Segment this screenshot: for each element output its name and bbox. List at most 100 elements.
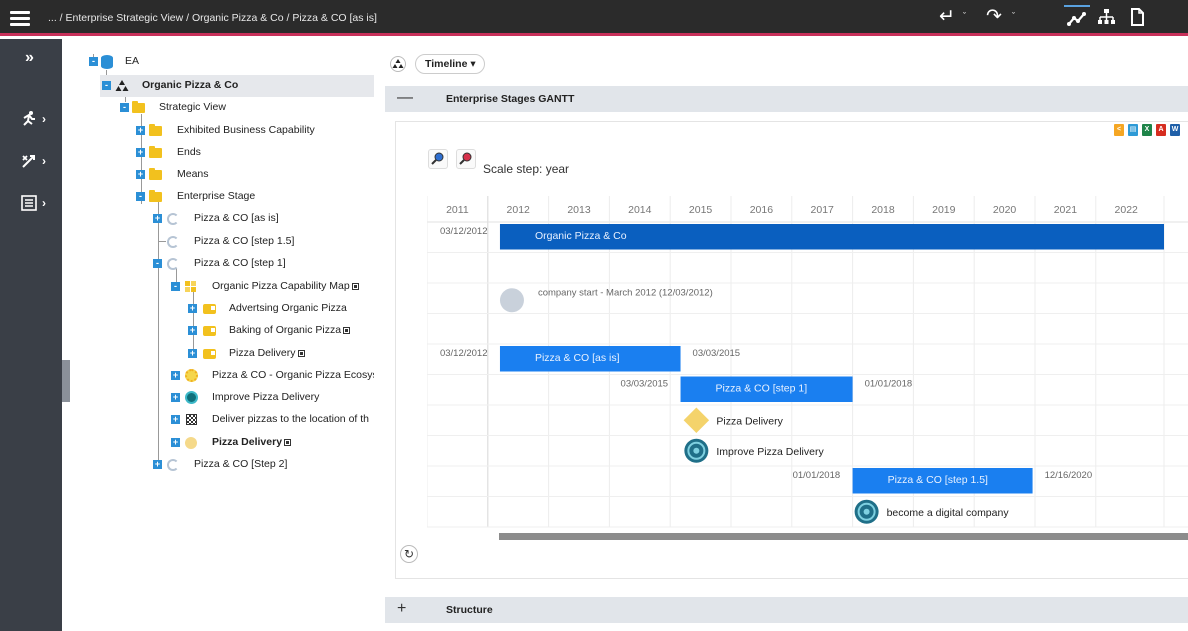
tree-item-improve-delivery[interactable]: + Improve Pizza Delivery — [169, 387, 374, 409]
gantt-section-header[interactable]: — Enterprise Stages GANTT — [385, 86, 1188, 112]
expand-icon[interactable]: + — [188, 304, 197, 313]
left-rail: » › › › — [0, 39, 62, 631]
capability-icon — [203, 326, 216, 336]
tree-item-pizza-delivery-value[interactable]: + Pizza Delivery — [169, 432, 374, 454]
undo-icon[interactable]: ↵ — [939, 6, 955, 28]
structure-section-header[interactable]: + Structure — [385, 597, 1188, 623]
expand-toggle[interactable]: + — [397, 600, 406, 618]
year-tick-label: 2020 — [993, 204, 1017, 216]
share-icon[interactable]: < — [1114, 124, 1124, 136]
milestone-diamond[interactable] — [683, 407, 710, 433]
expand-icon[interactable]: + — [171, 371, 180, 380]
tree-item-label: Strategic View — [159, 101, 226, 113]
tree-item-exhibited-capability[interactable]: + Exhibited Business Capability — [134, 120, 374, 142]
collapse-icon[interactable]: - — [89, 57, 98, 66]
organization-icon[interactable] — [390, 56, 406, 72]
folder-icon — [149, 124, 162, 136]
tree-item-stage-2[interactable]: + Pizza & CO [Step 2] — [151, 454, 374, 476]
collapse-icon[interactable]: - — [153, 259, 162, 268]
tree-item-baking[interactable]: + Baking of Organic Pizza — [186, 320, 374, 342]
tree-item-ends[interactable]: + Ends — [134, 142, 374, 164]
excel-icon[interactable]: X — [1142, 124, 1152, 136]
expand-icon[interactable]: + — [136, 170, 145, 179]
chevron-down-icon[interactable]: ˇ — [963, 11, 966, 21]
collapse-icon[interactable]: - — [120, 103, 129, 112]
link-icon[interactable] — [297, 350, 305, 357]
section-title: Enterprise Stages GANTT — [446, 93, 575, 105]
link-icon[interactable] — [343, 327, 351, 334]
year-tick-label: 2018 — [871, 204, 895, 216]
value-icon — [185, 437, 197, 449]
capability-map-icon — [184, 280, 197, 293]
tree-item-deliver-pizzas[interactable]: + Deliver pizzas to the location of th — [169, 409, 374, 431]
tree-item-stage-as-is[interactable]: + Pizza & CO [as is] — [151, 208, 374, 230]
tree-item-organic-pizza[interactable]: - Organic Pizza & Co — [100, 75, 374, 97]
top-bar: ... / Enterprise Strategic View / Organi… — [0, 0, 1188, 36]
document-icon[interactable] — [1124, 5, 1150, 31]
expand-icon[interactable]: + — [171, 393, 180, 402]
tree-item-ecosystem[interactable]: + Pizza & CO - Organic Pizza Ecosys — [169, 365, 374, 387]
collapse-toggle[interactable]: — — [397, 89, 413, 107]
tree-item-strategic-view[interactable]: - Strategic View — [117, 97, 367, 119]
expand-icon[interactable]: + — [136, 126, 145, 135]
pdf-icon[interactable]: A — [1156, 124, 1166, 136]
expand-icon[interactable]: + — [153, 460, 162, 469]
rail-item-strategy[interactable]: › — [0, 146, 62, 176]
trend-icon[interactable] — [1064, 5, 1090, 31]
rail-item-motivation[interactable]: › — [0, 104, 62, 134]
folder-icon — [132, 101, 145, 113]
tree-item-label: Means — [177, 168, 209, 180]
link-icon[interactable] — [351, 283, 359, 290]
year-tick-label: 2017 — [811, 204, 835, 216]
redo-icon[interactable]: ↷ — [986, 6, 1002, 28]
tree-item-stage-1[interactable]: - Pizza & CO [step 1] — [151, 253, 374, 275]
doc-icon[interactable]: ▤ — [1128, 124, 1138, 136]
gantt-start-date: 03/12/2012 — [440, 226, 488, 237]
tree-item-pizza-delivery-cap[interactable]: + Pizza Delivery — [186, 343, 374, 365]
year-tick-label: 2011 — [446, 204, 469, 216]
goal-center — [693, 447, 700, 454]
year-tick-label: 2013 — [567, 204, 591, 216]
expand-icon[interactable]: » — [25, 49, 34, 67]
word-icon[interactable]: W — [1170, 124, 1180, 136]
breadcrumb[interactable]: ... / Enterprise Strategic View / Organi… — [48, 12, 377, 24]
tree-item-capability-map[interactable]: - Organic Pizza Capability Map — [169, 276, 374, 298]
tree-item-enterprise-stage[interactable]: - Enterprise Stage — [134, 186, 374, 208]
tree-item-label: EA — [125, 55, 140, 67]
runner-icon — [20, 110, 38, 132]
tree-item-advertising[interactable]: + Advertsing Organic Pizza — [186, 298, 374, 320]
gantt-bar-label: Pizza & CO [step 1.5] — [888, 474, 988, 486]
tree-item-stage-1-5[interactable]: Pizza & CO [step 1.5] — [151, 231, 374, 253]
tree-item-means[interactable]: + Means — [134, 164, 374, 186]
folder-icon — [149, 190, 162, 202]
expand-icon[interactable]: + — [153, 214, 162, 223]
gantt-scrollbar[interactable] — [499, 533, 1188, 540]
gantt-bar-label: Pizza & CO [as is] — [535, 352, 620, 364]
collapse-icon[interactable]: - — [136, 192, 145, 201]
rail-item-list[interactable]: › — [0, 188, 62, 218]
menu-icon[interactable] — [10, 11, 30, 26]
hierarchy-icon[interactable] — [1094, 5, 1120, 31]
view-select[interactable]: Timeline ▾ — [415, 54, 485, 74]
zoom-in-button[interactable] — [428, 149, 448, 169]
gantt-start-date: 01/01/2018 — [793, 470, 841, 481]
gantt-end-date: 12/16/2020 — [1045, 470, 1093, 481]
tree-item-label: Pizza & CO [step 1.5] — [194, 235, 295, 247]
chevron-down-icon[interactable]: ˇ — [1012, 11, 1015, 21]
expand-icon[interactable]: + — [136, 148, 145, 157]
capability-icon — [203, 349, 216, 359]
tree-item-ea[interactable]: - EA — [85, 51, 365, 73]
expand-icon[interactable]: + — [188, 326, 197, 335]
tree-item-label: Pizza & CO [step 1] — [194, 257, 286, 269]
link-icon[interactable] — [284, 439, 292, 446]
expand-icon[interactable]: + — [188, 349, 197, 358]
expand-icon[interactable]: + — [171, 415, 180, 424]
collapse-icon[interactable]: - — [171, 282, 180, 291]
zoom-out-button[interactable] — [456, 149, 476, 169]
expand-icon[interactable]: + — [171, 438, 180, 447]
panel-resize-handle[interactable] — [62, 360, 70, 402]
milestone-circle[interactable] — [499, 288, 524, 313]
reset-icon[interactable]: ↻ — [400, 545, 418, 563]
tree-item-label: Pizza & CO - Organic Pizza Ecosys — [212, 369, 374, 381]
collapse-icon[interactable]: - — [102, 81, 111, 90]
